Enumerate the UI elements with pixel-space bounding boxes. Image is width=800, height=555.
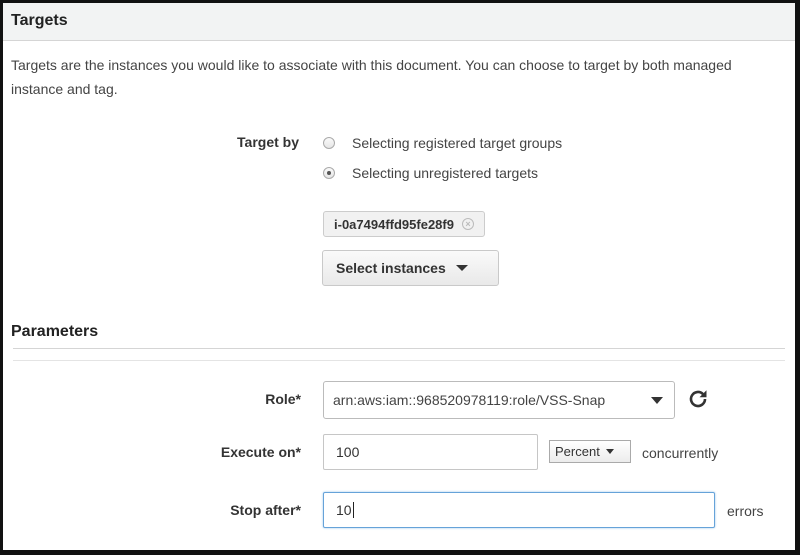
role-select[interactable]: arn:aws:iam::968520978119:role/VSS-Snap xyxy=(323,381,675,419)
chevron-down-icon xyxy=(651,397,663,404)
targets-section-title: Targets xyxy=(3,3,795,41)
divider xyxy=(13,348,785,349)
targets-parameters-panel: Targets Targets are the instances you wo… xyxy=(0,0,800,555)
chevron-down-icon xyxy=(455,265,468,271)
role-label: Role* xyxy=(265,391,301,407)
instance-id: i-0a7494ffd95fe28f9 xyxy=(334,216,454,232)
targets-description: Targets are the instances you would like… xyxy=(11,57,732,97)
execute-on-unit: Percent xyxy=(555,444,600,459)
stop-after-value: 10 xyxy=(336,502,352,518)
select-instances-button[interactable]: Select instances xyxy=(322,250,499,286)
divider xyxy=(13,360,785,361)
execute-on-value: 100 xyxy=(336,444,360,460)
radio-button[interactable] xyxy=(323,137,335,149)
refresh-icon[interactable] xyxy=(686,387,710,411)
stop-after-label: Stop after* xyxy=(230,502,301,518)
radio-label: Selecting registered target groups xyxy=(352,135,563,151)
execute-on-input[interactable]: 100 xyxy=(323,434,538,470)
errors-label: errors xyxy=(727,503,764,519)
select-instances-label: Select instances xyxy=(336,260,446,276)
text-cursor xyxy=(352,502,354,518)
execute-on-unit-select[interactable]: Percent xyxy=(549,440,631,463)
parameters-section-title: Parameters xyxy=(11,323,99,340)
radio-registered-target-groups[interactable]: Selecting registered target groups xyxy=(323,133,562,153)
selected-instance-chip: i-0a7494ffd95fe28f9 × xyxy=(323,211,485,237)
chevron-down-icon xyxy=(605,449,614,454)
radio-unregistered-targets[interactable]: Selecting unregistered targets xyxy=(323,163,538,183)
target-by-label: Target by xyxy=(237,134,299,150)
close-icon[interactable]: × xyxy=(461,218,474,230)
radio-label: Selecting unregistered targets xyxy=(352,165,538,181)
stop-after-input[interactable]: 10 xyxy=(323,492,715,528)
role-value: arn:aws:iam::968520978119:role/VSS-Snap xyxy=(333,392,606,408)
concurrently-label: concurrently xyxy=(642,445,719,461)
execute-on-label: Execute on* xyxy=(220,444,301,460)
radio-button-selected[interactable] xyxy=(323,167,335,179)
